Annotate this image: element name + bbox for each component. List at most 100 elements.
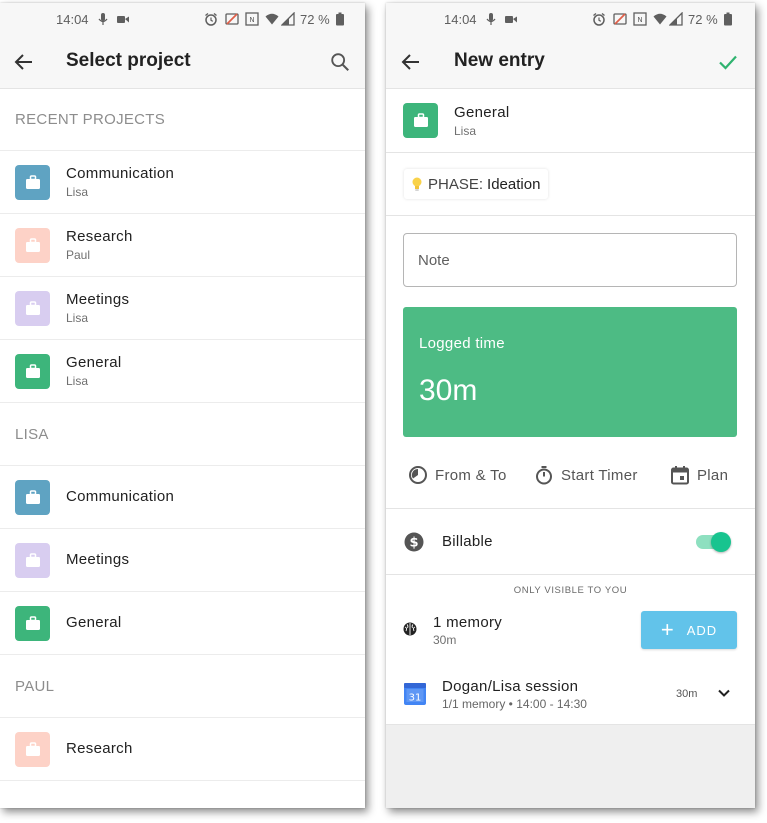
status-time: 14:04 <box>444 12 477 27</box>
start-timer-label: Start Timer <box>561 466 638 484</box>
microphone-icon <box>484 12 498 26</box>
project-owner: Lisa <box>66 374 89 388</box>
briefcase-icon <box>403 103 438 138</box>
select-project-screen: 14:04 N 72 % Select project RECENT PROJE… <box>0 3 365 808</box>
session-detail: 1/1 memory • 14:00 - 14:30 <box>442 697 587 711</box>
status-time: 14:04 <box>56 12 89 27</box>
calendar-icon <box>671 466 689 485</box>
arrow-left-icon[interactable] <box>399 50 423 74</box>
alarm-icon <box>592 12 606 26</box>
new-entry-screen: 14:04 N 72 % New entry General Lisa PHAS… <box>386 3 755 808</box>
start-timer-button[interactable]: Start Timer <box>534 465 638 485</box>
battery-percent: 72 % <box>300 12 330 27</box>
from-to-label: From & To <box>435 466 507 484</box>
project-owner: Lisa <box>66 185 89 199</box>
chevron-down-icon[interactable] <box>716 685 732 701</box>
alarm-icon <box>204 12 218 26</box>
cast-off-icon <box>613 12 627 26</box>
session-duration: 30m <box>676 688 698 700</box>
project-row[interactable]: Research Paul <box>0 213 365 276</box>
divider <box>0 780 365 781</box>
project-selector[interactable]: General Lisa <box>386 89 755 153</box>
project-row[interactable]: General Lisa <box>0 339 365 402</box>
logged-time-value: 30m <box>419 374 478 407</box>
project-name: Communication <box>66 165 175 182</box>
section-header-recent: RECENT PROJECTS <box>15 111 166 128</box>
page-title: Select project <box>66 50 191 71</box>
project-row[interactable]: Communication <box>0 465 365 528</box>
battery-icon <box>721 12 735 26</box>
dollar-icon: $ <box>404 532 424 552</box>
briefcase-icon <box>15 480 50 515</box>
status-bar: 14:04 N 72 % <box>386 3 755 35</box>
project-name: General <box>454 104 510 121</box>
divider <box>0 654 365 655</box>
logged-time-card[interactable]: Logged time 30m <box>403 307 737 437</box>
project-owner: Lisa <box>454 124 477 138</box>
calendar-day: 31 <box>409 693 422 704</box>
page-title: New entry <box>454 50 545 71</box>
signal-icon <box>669 12 683 26</box>
briefcase-icon <box>15 228 50 263</box>
divider <box>0 402 365 403</box>
project-row[interactable]: Communication Lisa <box>0 150 365 213</box>
battery-percent: 72 % <box>688 12 718 27</box>
briefcase-icon <box>15 354 50 389</box>
briefcase-icon <box>15 606 50 641</box>
logged-time-label: Logged time <box>419 335 505 352</box>
section-header-lisa: LISA <box>15 426 49 443</box>
add-button[interactable]: + ADD <box>641 611 737 649</box>
status-bar: 14:04 N 72 % <box>0 3 365 35</box>
project-name: Meetings <box>66 551 130 568</box>
project-row[interactable]: Meetings <box>0 528 365 591</box>
project-row[interactable]: General <box>0 591 365 654</box>
visibility-note: ONLY VISIBLE TO YOU <box>513 585 628 596</box>
project-name: Research <box>66 228 133 245</box>
project-owner: Paul <box>66 248 91 262</box>
plan-button[interactable]: Plan <box>670 465 728 485</box>
battery-icon <box>333 12 347 26</box>
time-mode-row: From & To Start Timer Plan <box>386 453 755 509</box>
project-name: Communication <box>66 488 175 505</box>
svg-text:$: $ <box>409 536 418 551</box>
section-header-paul: PAUL <box>15 678 55 695</box>
memory-duration: 30m <box>433 633 457 647</box>
memory-row: 1 memory 30m + ADD <box>386 605 755 657</box>
toggle-thumb <box>711 532 731 552</box>
app-bar: Select project <box>0 35 365 89</box>
project-owner: Lisa <box>66 311 89 325</box>
briefcase-icon <box>15 732 50 767</box>
memory-title: 1 memory <box>433 614 503 631</box>
project-row[interactable]: Meetings Lisa <box>0 276 365 339</box>
project-name: General <box>66 354 122 371</box>
arrow-left-icon[interactable] <box>12 50 36 74</box>
search-icon[interactable] <box>329 51 351 73</box>
wifi-icon <box>653 12 667 26</box>
project-name: Meetings <box>66 291 130 308</box>
brain-icon <box>403 622 417 636</box>
stopwatch-icon <box>536 466 552 485</box>
briefcase-icon <box>15 291 50 326</box>
briefcase-icon <box>15 543 50 578</box>
microphone-icon <box>96 12 110 26</box>
calendar-session-row[interactable]: 31 Dogan/Lisa session 1/1 memory • 14:00… <box>386 665 755 725</box>
phase-chip[interactable]: PHASE: Ideation <box>404 169 549 199</box>
note-input[interactable] <box>403 233 737 287</box>
cast-off-icon <box>225 12 239 26</box>
plus-icon: + <box>660 617 675 642</box>
billable-toggle[interactable] <box>696 531 732 553</box>
phase-row: PHASE: Ideation <box>386 153 755 216</box>
check-icon[interactable] <box>716 50 740 74</box>
phase-value: Ideation <box>487 175 541 193</box>
project-row[interactable]: Research <box>0 717 365 780</box>
empty-area <box>386 725 755 808</box>
nfc-icon: N <box>633 12 647 26</box>
wifi-icon <box>265 12 279 26</box>
phase-label: PHASE: <box>428 175 484 193</box>
plan-label: Plan <box>697 466 729 484</box>
project-name: Research <box>66 740 133 757</box>
signal-icon <box>281 12 295 26</box>
from-to-button[interactable]: From & To <box>408 465 507 485</box>
billable-label: Billable <box>442 533 493 550</box>
nfc-icon: N <box>245 12 259 26</box>
